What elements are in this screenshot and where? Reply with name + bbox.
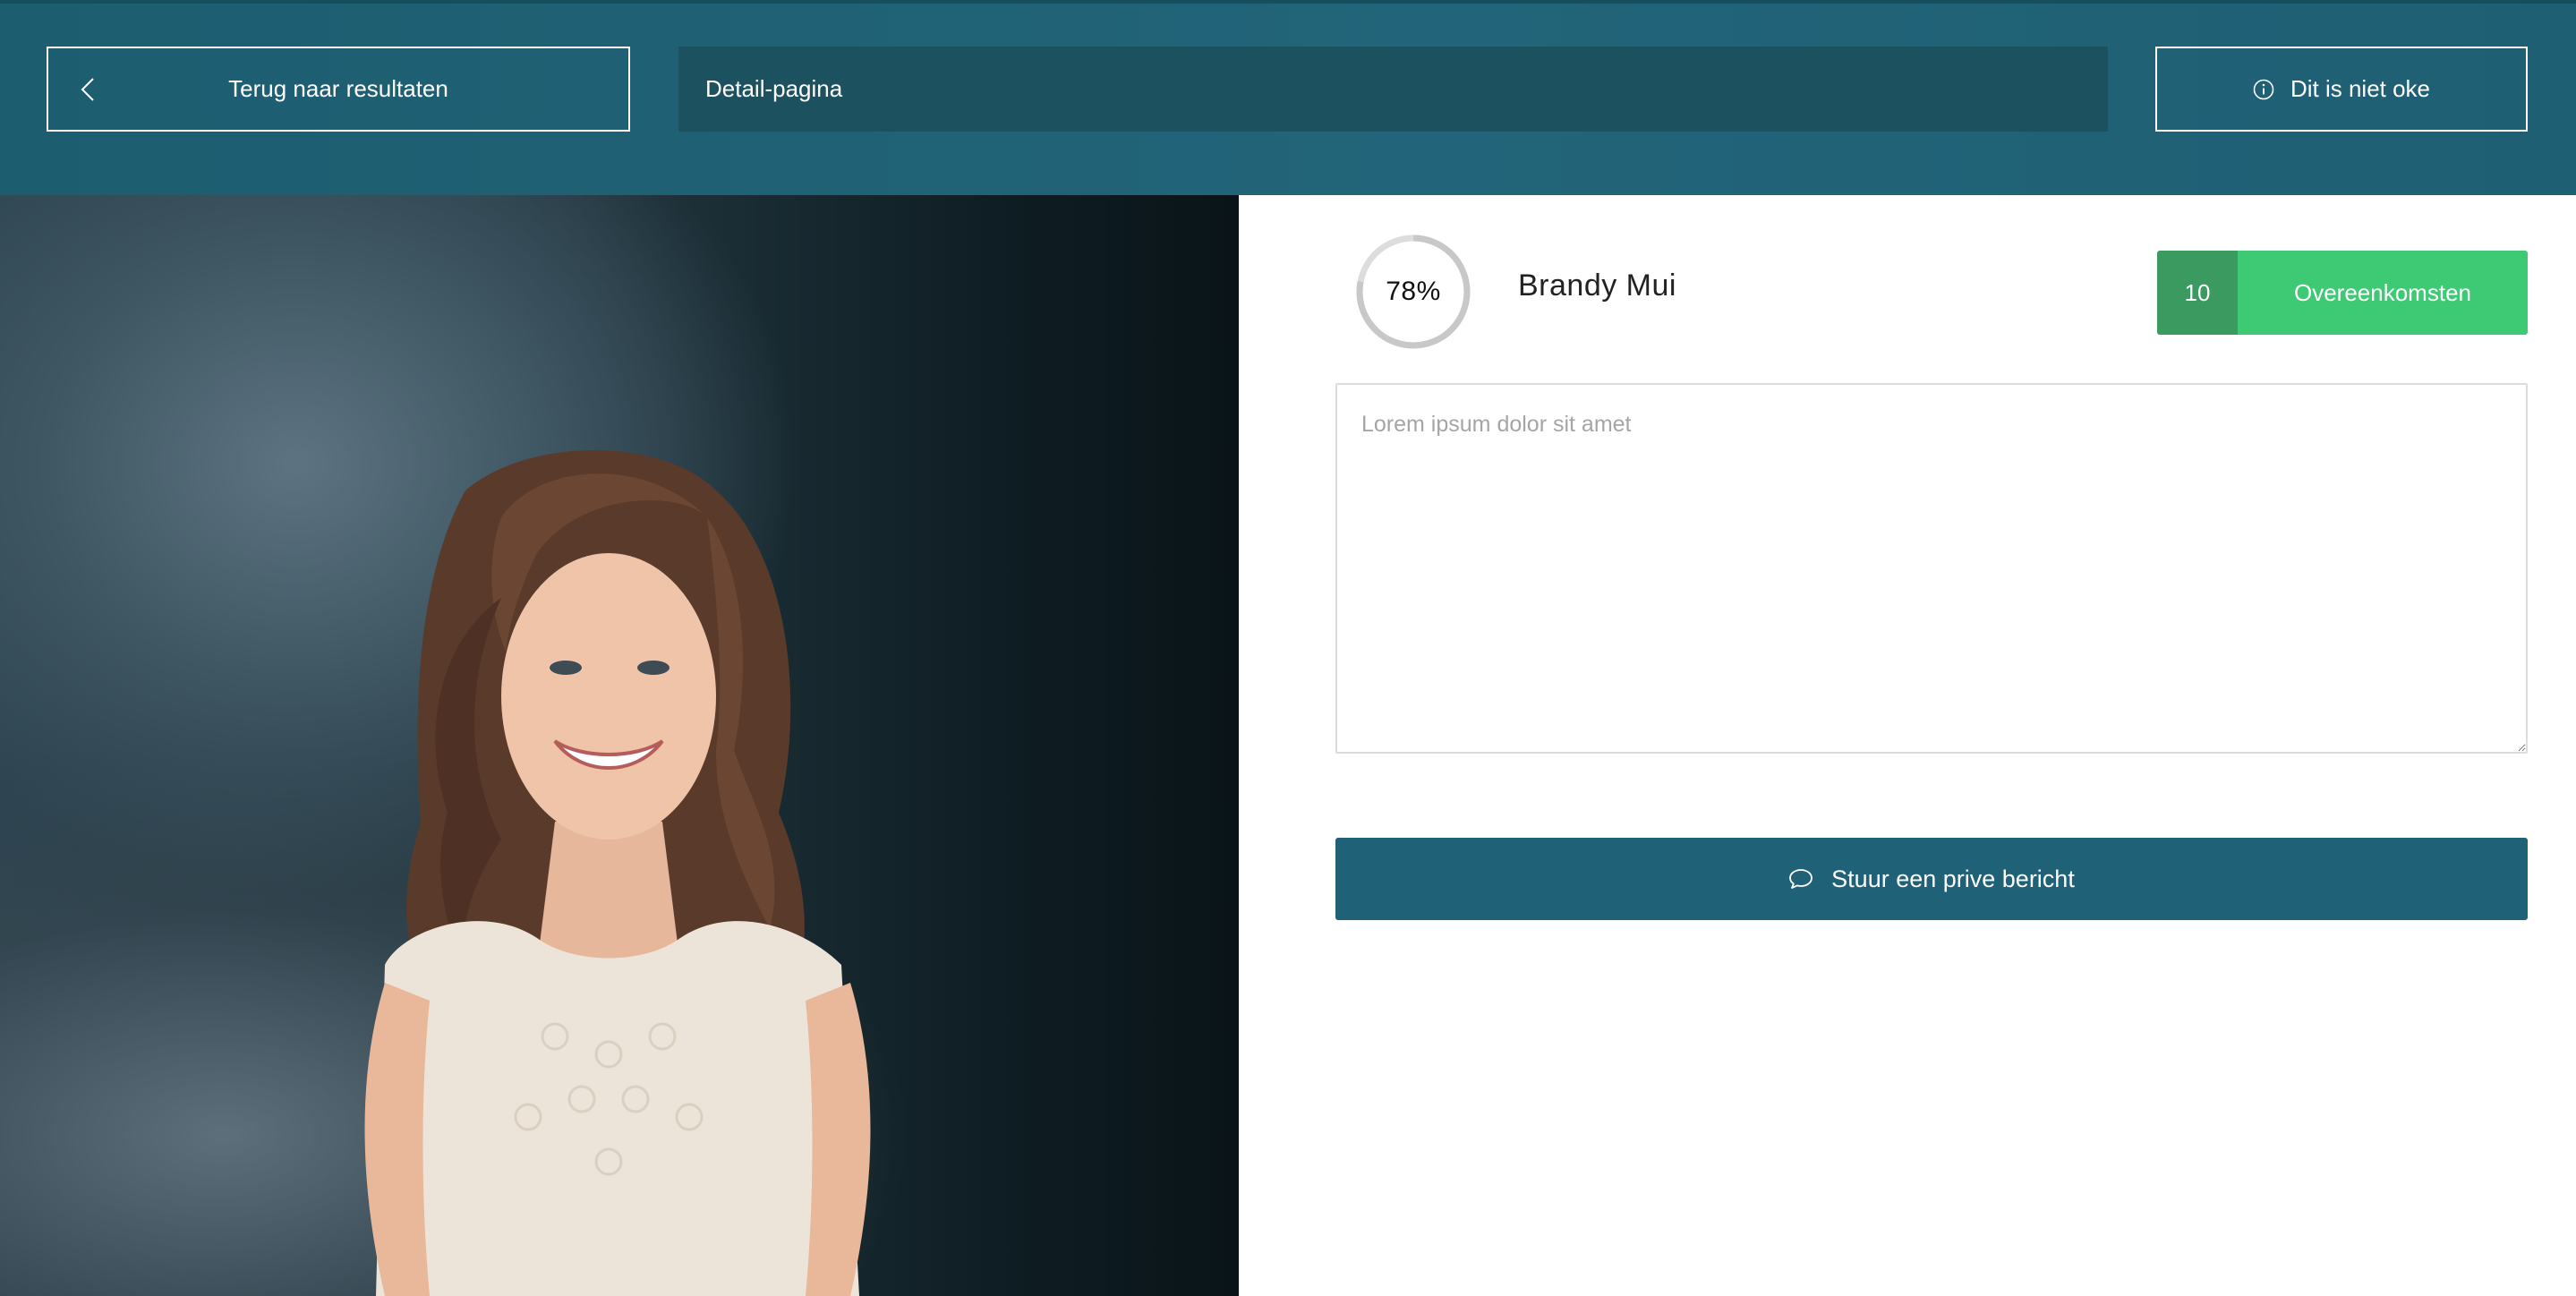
message-input[interactable] [1335, 383, 2528, 754]
matches-count: 10 [2157, 251, 2238, 335]
send-button-label: Stuur een prive bericht [1831, 865, 2075, 892]
user-name: Brandy Mui [1518, 269, 1676, 303]
profile-photo [0, 195, 1239, 1296]
chat-bubble-icon [1789, 869, 1813, 889]
page-title-text: Detail-pagina [705, 75, 843, 102]
page-title: Detail-pagina [678, 47, 2108, 132]
back-to-results-button[interactable]: Terug naar resultaten [47, 47, 630, 132]
report-button[interactable]: Dit is niet oke [2155, 47, 2528, 132]
match-score-ring: 78% [1354, 233, 1472, 351]
chevron-left-icon [81, 78, 94, 101]
matches-button[interactable]: 10 Overeenkomsten [2157, 251, 2528, 335]
matches-label: Overeenkomsten [2238, 251, 2528, 335]
top-bar: Terug naar resultaten Detail-pagina Dit … [0, 0, 2576, 195]
report-button-label: Dit is niet oke [2290, 75, 2431, 102]
back-button-label: Terug naar resultaten [228, 75, 448, 102]
profile-photo-illustration [364, 450, 871, 1296]
info-icon [2253, 79, 2274, 99]
send-private-message-button[interactable]: Stuur een prive bericht [1335, 838, 2528, 920]
match-score-label: 78% [1386, 277, 1441, 306]
